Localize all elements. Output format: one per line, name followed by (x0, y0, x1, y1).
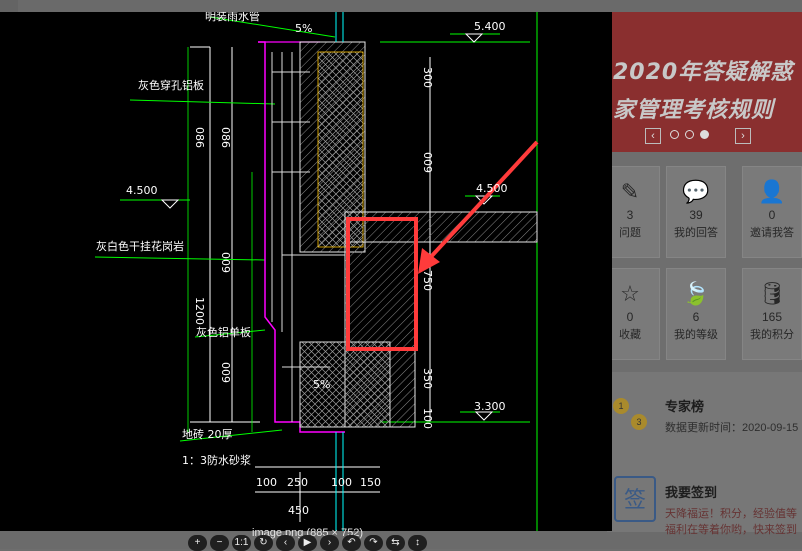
expert-update-time: 数据更新时间：2020-09-15 (665, 422, 799, 434)
elevation-label: 3.300 (474, 400, 506, 413)
dim-label: 009 (421, 152, 434, 173)
stat-card-answers[interactable]: 💬 39 我的回答 (666, 166, 726, 258)
stat-number: 39 (689, 208, 703, 222)
dim-label: 1200 (193, 297, 206, 325)
slope-top: 5% (295, 22, 312, 35)
stat-label: 我的等级 (674, 329, 718, 341)
coins-icon: 🛢 (758, 281, 786, 306)
expert-board[interactable]: 1 3 专家榜 数据更新时间：2020-09-15 (607, 372, 802, 472)
stat-label: 邀请我答 (750, 227, 794, 239)
dim-label: 009 (219, 362, 232, 383)
note-perforated-panel: 灰色穿孔铝板 (138, 78, 204, 92)
banner-next-button[interactable]: › (735, 128, 751, 144)
user-add-icon: 👤 (758, 179, 786, 204)
banner-prev-button[interactable]: ‹ (645, 128, 661, 144)
note-floor-tile: 地砖 20厚 (182, 427, 233, 441)
image-viewer[interactable]: 明装雨水管 5% 5% 灰色穿孔铝板 灰白色干挂花岗岩 灰色铝单板 地砖 20厚… (0, 12, 612, 539)
note-dry-stone: 灰白色干挂花岗岩 (96, 239, 184, 253)
dim-label: 009 (219, 252, 232, 273)
note-alum-panel: 灰色铝单板 (196, 325, 251, 339)
banner-dot[interactable] (670, 130, 679, 139)
dim-label: 100 (256, 476, 277, 489)
slope-low: 5% (313, 378, 330, 391)
dim-label: 250 (287, 476, 308, 489)
stat-card-level[interactable]: 🍃 6 我的等级 (666, 268, 726, 360)
dim-label: 450 (288, 504, 309, 517)
cad-drawing: 明装雨水管 5% 5% 灰色穿孔铝板 灰白色干挂花岗岩 灰色铝单板 地砖 20厚… (94, 12, 539, 531)
expert-board-title: 专家榜 (665, 399, 705, 414)
dim-label: 086 (193, 127, 206, 148)
elevation-label: 5.400 (474, 20, 506, 33)
stat-label: 我的积分 (750, 329, 794, 341)
sign-in-panel[interactable]: 签 我要签到 天降福运！积分，经验值等 福利在等着你哟，快来签到 (607, 472, 802, 536)
stat-card-points[interactable]: 🛢 165 我的积分 (742, 268, 802, 360)
banner-line-1: 2020年答疑解惑 (613, 60, 794, 85)
elevation-label: 4.500 (476, 182, 508, 195)
dim-label: 300 (421, 67, 434, 88)
dim-label: 100 (331, 476, 352, 489)
medal-icon: 1 (613, 398, 629, 414)
note-mortar: 1：3防水砂浆 (182, 453, 251, 467)
medal-icon: 3 (631, 414, 647, 430)
banner-line-2: 家管理考核规则 (613, 98, 775, 123)
page-top-strip (0, 0, 802, 12)
sign-in-text-2: 福利在等着你哟，快来签到 (665, 524, 797, 536)
sign-in-title: 我要签到 (665, 485, 718, 500)
dim-label: 086 (219, 127, 232, 148)
banner-dots (670, 130, 709, 139)
calendar-sign-icon: 签 (614, 476, 656, 522)
note-top: 明装雨水管 (205, 12, 260, 23)
elevation-label: 4.500 (126, 184, 158, 197)
dim-label: 350 (421, 368, 434, 389)
leaf-icon: 🍃 (682, 281, 710, 306)
stat-number: 6 (692, 310, 700, 324)
stat-label: 我的回答 (674, 227, 718, 239)
chat-icon: 💬 (682, 179, 710, 204)
dim-label: 100 (421, 408, 434, 429)
sign-in-text-1: 天降福运！积分，经验值等 (665, 508, 797, 520)
stat-card-invites[interactable]: 👤 0 邀请我答 (742, 166, 802, 258)
stat-number: 0 (768, 208, 776, 222)
banner-dot[interactable] (685, 130, 694, 139)
banner-dot-active[interactable] (700, 130, 709, 139)
stat-number: 165 (761, 310, 783, 324)
dim-label: 750 (421, 270, 434, 291)
dim-label: 150 (360, 476, 381, 489)
